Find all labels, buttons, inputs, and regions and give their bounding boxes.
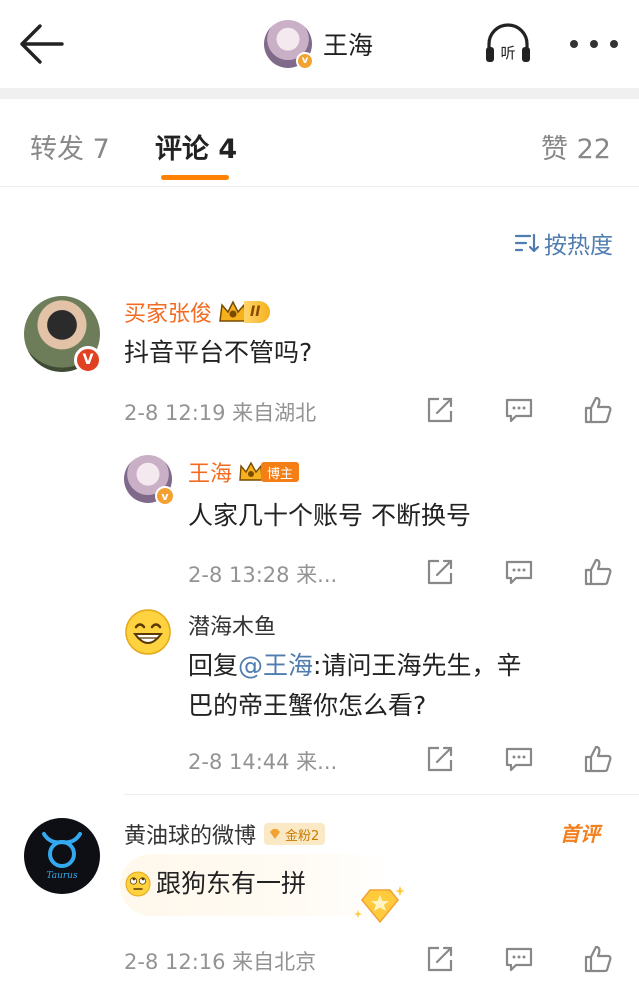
avatar[interactable]: V (24, 296, 102, 374)
comment-icon[interactable] (501, 743, 537, 775)
comment-text: 跟狗东有一拼 (124, 864, 306, 904)
tab-repost[interactable]: 转发 7 (30, 127, 110, 166)
reply-actions (422, 743, 616, 775)
page-title: 王海 (323, 31, 374, 60)
reply-meta: 2-8 14:44 来... (188, 750, 338, 774)
comment-text: 抖音平台不管吗? (124, 338, 313, 367)
repost-icon[interactable] (422, 394, 458, 426)
tab-like[interactable]: 赞 22 (541, 127, 611, 166)
active-tab-indicator (161, 175, 229, 180)
member-level-tag: II (244, 301, 271, 323)
like-icon[interactable] (580, 943, 616, 975)
comment-icon[interactable] (501, 943, 537, 975)
member-crown-icon: II (218, 299, 271, 325)
comment-username[interactable]: 黄油球的微博 金粉2 (124, 818, 326, 850)
verified-icon: v (155, 486, 175, 506)
comment-icon[interactable] (501, 556, 537, 588)
avatar[interactable]: v (124, 455, 175, 506)
comment-meta: 2-8 12:16 来自北京 (124, 950, 317, 974)
reply-text-line2: 巴的帝王蟹你怎么看? (188, 691, 427, 720)
listen-label: 听 (500, 44, 515, 62)
eye-roll-emoji-icon (125, 871, 151, 897)
avatar-text: Taurus (46, 871, 78, 881)
avatar-emoji-grin[interactable] (124, 608, 172, 656)
sort-icon (514, 233, 540, 253)
comment-meta: 2-8 12:19 来自湖北 (124, 401, 317, 425)
tab-comment[interactable]: 评论 4 (155, 127, 237, 166)
gold-fan-tag: 金粉2 (264, 823, 326, 845)
author-title[interactable]: v 王海 (264, 19, 374, 70)
reply-username[interactable]: 潜海木鱼 (188, 609, 276, 641)
reply-text: 人家几十个账号 不断换号 (188, 501, 471, 530)
grinning-face-icon (125, 609, 171, 655)
more-options-icon[interactable] (570, 30, 618, 58)
taurus-avatar-icon: Taurus (24, 818, 100, 894)
comment-username[interactable]: 买家张俊 II (124, 296, 271, 328)
tab-bar: 转发 7 评论 4 赞 22 (0, 99, 639, 187)
reply-actions (422, 556, 616, 588)
sort-by-heat-button[interactable]: 按热度 (514, 226, 613, 260)
comment-actions (422, 943, 616, 975)
star-badge-icon (352, 880, 408, 928)
reply-meta: 2-8 13:28 来... (188, 563, 338, 587)
author-avatar: v (264, 20, 314, 70)
comment-icon[interactable] (501, 394, 537, 426)
avatar[interactable]: Taurus (24, 818, 100, 894)
blogger-tag: 博主 (261, 462, 300, 482)
back-arrow-icon[interactable] (16, 22, 68, 66)
reply-username[interactable]: 王海 博主 (188, 456, 300, 488)
repost-icon[interactable] (422, 556, 458, 588)
verified-red-icon: V (74, 346, 102, 374)
sort-label: 按热度 (544, 233, 613, 259)
repost-icon[interactable] (422, 743, 458, 775)
member-crown-icon: 博主 (238, 460, 300, 484)
top-bar: v 王海 听 (0, 0, 639, 88)
listen-headphone-icon[interactable]: 听 (483, 20, 533, 68)
comment-actions (422, 394, 616, 426)
divider-bar (0, 88, 639, 99)
repost-icon[interactable] (422, 943, 458, 975)
first-comment-badge: 首评 (560, 822, 600, 846)
diamond-icon (270, 829, 281, 839)
like-icon[interactable] (580, 743, 616, 775)
reply-text: 回复@王海:请问王海先生，辛 (188, 651, 522, 680)
mention-link[interactable]: @王海 (238, 651, 313, 680)
comment-divider (124, 794, 639, 795)
verified-icon: v (296, 52, 314, 70)
like-icon[interactable] (580, 394, 616, 426)
like-icon[interactable] (580, 556, 616, 588)
